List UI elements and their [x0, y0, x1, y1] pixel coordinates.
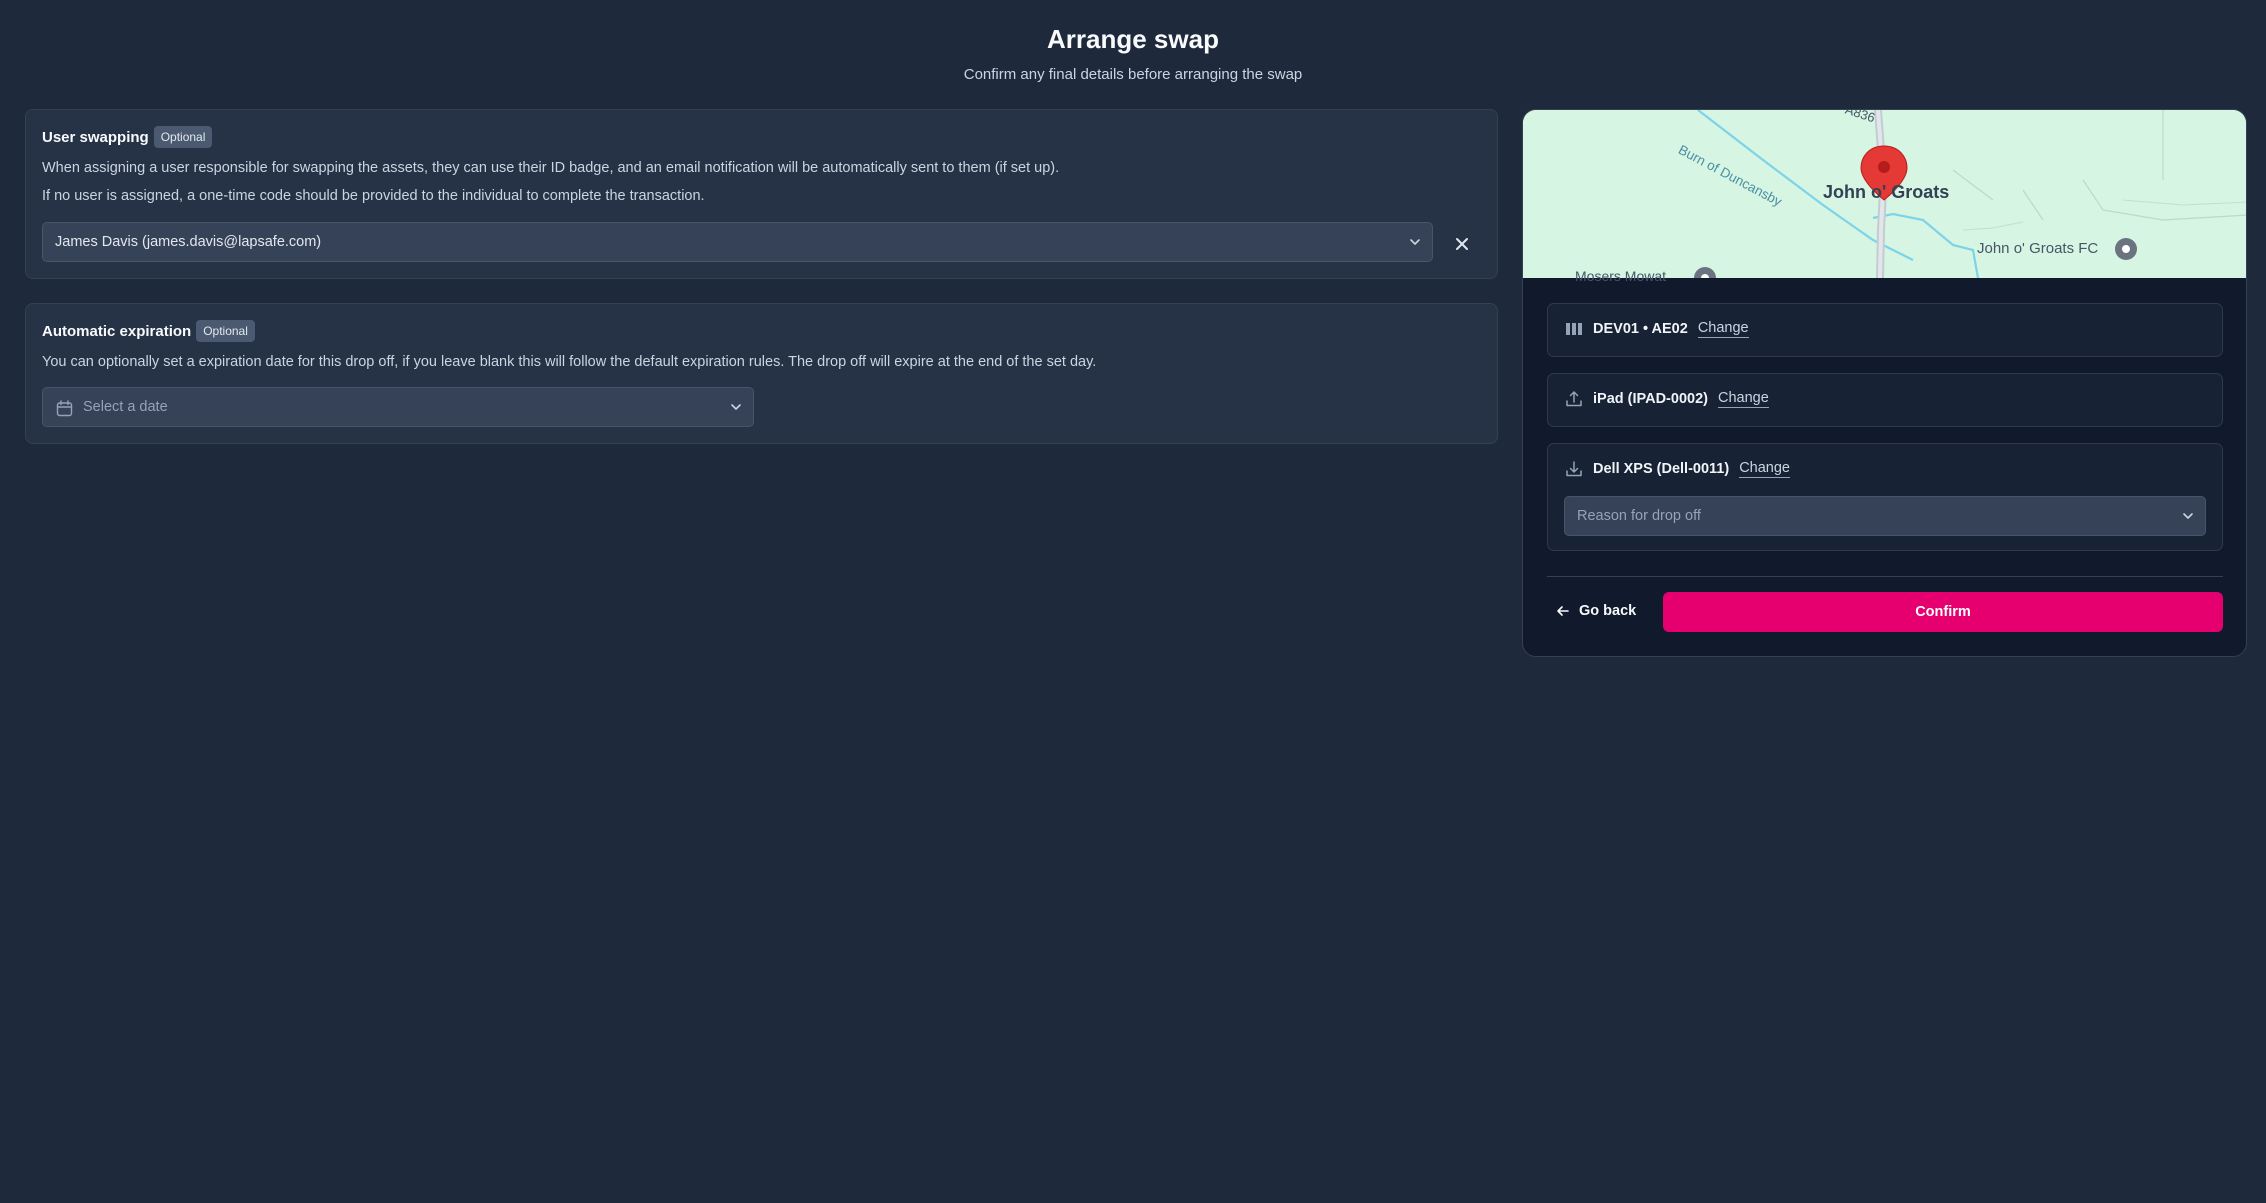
expiration-title: Automatic expiration	[42, 322, 192, 340]
dropoff-row: Dell XPS (Dell-0011) Change	[1565, 460, 1790, 478]
user-swapping-card: User swapping Optional When assigning a …	[25, 109, 1498, 279]
date-picker[interactable]: Select a date	[42, 387, 754, 427]
confirm-label: Confirm	[1915, 604, 1971, 620]
panel-divider	[1547, 576, 2223, 577]
chevron-down-icon	[1410, 239, 1420, 245]
map-label-poi: Mosers Mowat	[1575, 268, 1667, 284]
expiration-description: You can optionally set a expiration date…	[42, 354, 1097, 370]
expiration-title-row: Automatic expiration Optional	[42, 320, 255, 342]
change-collect-link[interactable]: Change	[1717, 390, 1769, 408]
locker-columns-icon	[1566, 323, 1582, 335]
user-swapping-description: When assigning a user responsible for sw…	[42, 160, 1060, 176]
user-select-value: James Davis (james.davis@lapsafe.com)	[55, 234, 322, 250]
collect-label: iPad (IPAD-0002)	[1593, 391, 1708, 407]
arrow-left-icon	[1557, 606, 1569, 616]
swap-summary-panel: A836 Burn of Duncansby John o' Groats Jo…	[1522, 109, 2247, 657]
user-swapping-note: If no user is assigned, a one-time code …	[42, 188, 705, 204]
go-back-button[interactable]: Go back	[1555, 591, 1636, 631]
change-dropoff-link[interactable]: Change	[1739, 460, 1790, 478]
reason-placeholder: Reason for drop off	[1577, 508, 1701, 524]
chevron-down-icon	[731, 404, 741, 410]
confirm-button[interactable]: Confirm	[1663, 592, 2223, 632]
chevron-down-icon	[2183, 513, 2193, 519]
automatic-expiration-card: Automatic expiration Optional You can op…	[25, 303, 1498, 444]
change-locker-link[interactable]: Change	[1697, 320, 1749, 338]
collect-row: iPad (IPAD-0002) Change	[1565, 390, 1769, 408]
map-label-town: John o' Groats	[1823, 182, 1950, 202]
collect-item: iPad (IPAD-0002) Change	[1547, 373, 2223, 427]
user-swapping-title: User swapping	[42, 128, 149, 146]
clear-user-icon[interactable]	[1451, 233, 1473, 255]
page-subtitle: Confirm any final details before arrangi…	[963, 66, 1303, 83]
calendar-icon	[56, 400, 73, 417]
page-title: Arrange swap	[1047, 24, 1219, 54]
reason-select[interactable]: Reason for drop off	[1564, 496, 2206, 536]
download-icon	[1566, 461, 1582, 477]
locker-label: DEV01 • AE02	[1593, 321, 1688, 337]
date-placeholder: Select a date	[83, 399, 168, 415]
dropoff-item: Dell XPS (Dell-0011) Change Reason for d…	[1547, 443, 2223, 551]
dropoff-label: Dell XPS (Dell-0011)	[1593, 461, 1730, 477]
user-swapping-title-row: User swapping Optional	[42, 126, 213, 148]
optional-badge: Optional	[153, 126, 213, 148]
location-map[interactable]: A836 Burn of Duncansby John o' Groats Jo…	[1523, 110, 2246, 284]
locker-row: DEV01 • AE02 Change	[1565, 320, 1749, 338]
optional-badge: Optional	[196, 320, 255, 342]
user-select[interactable]: James Davis (james.davis@lapsafe.com)	[42, 222, 1433, 262]
locker-item: DEV01 • AE02 Change	[1547, 303, 2223, 357]
go-back-label: Go back	[1579, 603, 1637, 619]
upload-icon	[1566, 391, 1582, 407]
map-label-fc: John o' Groats FC	[1977, 240, 2099, 257]
